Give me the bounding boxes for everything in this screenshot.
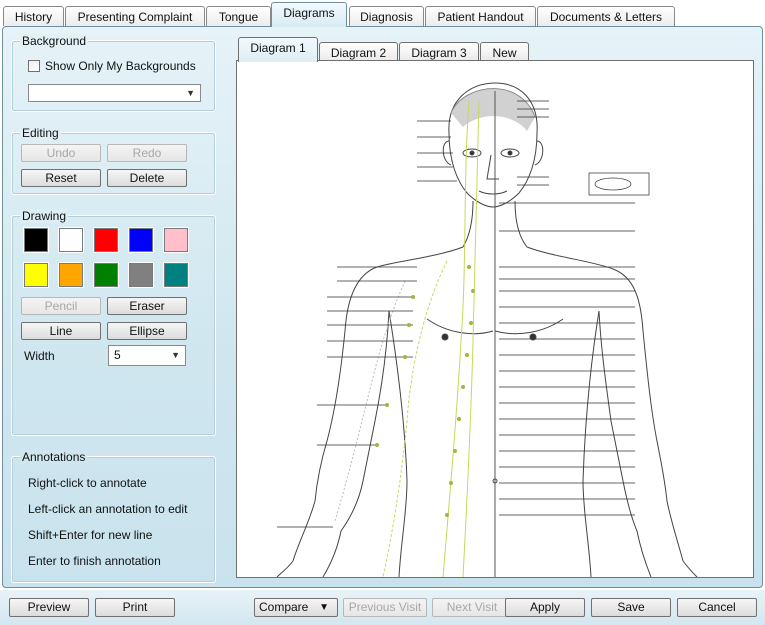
drawing-group-title: Drawing: [20, 209, 69, 223]
tab-history[interactable]: History: [3, 6, 64, 26]
color-swatch-green[interactable]: [93, 262, 119, 288]
undo-button[interactable]: Undo: [21, 144, 101, 162]
redo-button[interactable]: Redo: [107, 144, 187, 162]
diagram-tab-1[interactable]: Diagram 1: [238, 37, 318, 62]
width-select-value: 5: [114, 348, 121, 362]
show-only-my-backgrounds-label: Show Only My Backgrounds: [45, 59, 196, 73]
diagram-canvas[interactable]: [236, 60, 754, 578]
width-label: Width: [24, 349, 55, 363]
background-select[interactable]: ▼: [28, 84, 201, 102]
color-swatch-black[interactable]: [23, 227, 49, 253]
color-swatch-red[interactable]: [93, 227, 119, 253]
color-swatch-yellow[interactable]: [23, 262, 49, 288]
print-button[interactable]: Print: [95, 598, 175, 617]
tab-patient-handout[interactable]: Patient Handout: [425, 6, 536, 26]
color-swatch-teal[interactable]: [163, 262, 189, 288]
tab-documents-letters[interactable]: Documents & Letters: [537, 6, 675, 26]
compare-dropdown-button[interactable]: Compare ▼: [254, 598, 338, 617]
compare-button-label: Compare: [259, 600, 309, 614]
annotation-hint: Shift+Enter for new line: [28, 528, 153, 542]
color-swatch-orange[interactable]: [58, 262, 84, 288]
tab-tongue[interactable]: Tongue: [206, 6, 271, 26]
tab-diagnosis[interactable]: Diagnosis: [349, 6, 424, 26]
chevron-down-icon: ▼: [171, 350, 180, 360]
diagram-tab-3[interactable]: Diagram 3: [399, 42, 479, 62]
show-only-my-backgrounds-checkbox[interactable]: [28, 60, 40, 72]
line-button[interactable]: Line: [21, 322, 101, 340]
pencil-button[interactable]: Pencil: [21, 297, 101, 315]
color-swatch-blue[interactable]: [128, 227, 154, 253]
annotations-group-title: Annotations: [20, 450, 88, 464]
tab-diagrams[interactable]: Diagrams: [271, 2, 347, 27]
next-visit-button[interactable]: Next Visit: [432, 598, 512, 617]
tab-presenting-complaint[interactable]: Presenting Complaint: [65, 6, 205, 26]
diagram-tab-2[interactable]: Diagram 2: [319, 42, 398, 62]
preview-button[interactable]: Preview: [9, 598, 89, 617]
cancel-button[interactable]: Cancel: [677, 598, 757, 617]
save-button[interactable]: Save: [591, 598, 671, 617]
caret-down-icon: ▼: [319, 602, 329, 613]
eraser-button[interactable]: Eraser: [107, 297, 187, 315]
diagram-tab-new[interactable]: New: [480, 42, 529, 62]
delete-button[interactable]: Delete: [107, 169, 187, 187]
annotation-hint: Right-click to annotate: [28, 476, 147, 490]
acupuncture-meridian-diagram: [237, 61, 753, 578]
editing-group-title: Editing: [20, 126, 61, 140]
color-swatch-pink[interactable]: [163, 227, 189, 253]
chevron-down-icon: ▼: [186, 88, 195, 98]
color-swatch-white[interactable]: [58, 227, 84, 253]
previous-visit-button[interactable]: Previous Visit: [343, 598, 427, 617]
annotation-hint: Enter to finish annotation: [28, 554, 161, 568]
apply-button[interactable]: Apply: [505, 598, 585, 617]
reset-button[interactable]: Reset: [21, 169, 101, 187]
color-swatch-gray[interactable]: [128, 262, 154, 288]
ellipse-button[interactable]: Ellipse: [107, 322, 187, 340]
background-group-title: Background: [20, 34, 89, 48]
annotation-hint: Left-click an annotation to edit: [28, 502, 188, 516]
width-select[interactable]: 5 ▼: [108, 345, 186, 366]
